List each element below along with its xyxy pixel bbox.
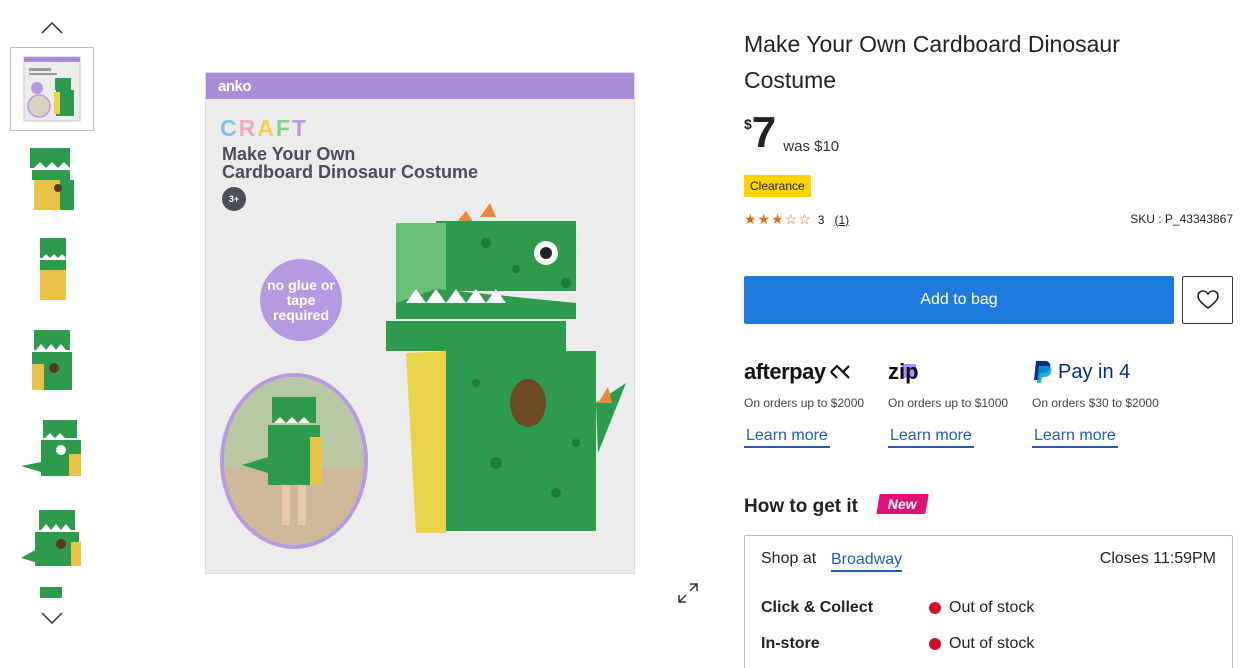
was-price: was $10 — [783, 138, 840, 155]
fulfilment-box: Shop at Broadway Closes 11:59PM Click & … — [744, 535, 1233, 668]
gallery-down-chevron-icon[interactable] — [40, 610, 64, 626]
click-collect-status: Out of stock — [929, 599, 1034, 617]
thumbnail-front[interactable] — [10, 137, 94, 221]
zip-learn-more-link[interactable]: Learn more — [888, 426, 974, 448]
price-row: $ 7 was $10 — [744, 110, 839, 156]
product-title: Make Your Own Cardboard Dinosaur Costume — [744, 31, 1120, 93]
new-badge: New — [876, 494, 929, 514]
in-store-status: Out of stock — [929, 635, 1034, 653]
click-collect-label: Click & Collect — [761, 599, 874, 616]
zip-logo: zip — [888, 359, 919, 384]
thumbnail-list — [10, 47, 94, 587]
paypal-desc: On orders $30 to $2000 — [1032, 396, 1159, 410]
payment-paypal: Pay in 4 On orders $30 to $2000 Learn mo… — [1032, 358, 1172, 448]
no-glue-badge: no glue or tape required — [260, 259, 342, 341]
star-rating-icon: ★★★☆☆ — [744, 211, 812, 227]
out-of-stock-dot-icon — [929, 638, 941, 650]
clearance-badge: Clearance — [744, 175, 811, 197]
payment-afterpay: afterpay On orders up to $2000 Learn mor… — [744, 358, 884, 448]
out-of-stock-dot-icon — [929, 602, 941, 614]
store-link[interactable]: Broadway — [831, 550, 903, 572]
box-top-band: anko — [206, 73, 634, 99]
child-photo — [220, 373, 368, 549]
product-box-art: anko CRAFT Make Your Own Cardboard Dinos… — [205, 72, 635, 574]
currency-symbol: $ — [744, 116, 752, 132]
rating: ★★★☆☆ 3 (1) — [744, 211, 849, 228]
thumbnail-angle[interactable] — [10, 317, 94, 401]
heart-icon — [1196, 290, 1219, 309]
thumbnail-partial — [36, 586, 66, 598]
craft-logo: CRAFT — [220, 115, 308, 141]
wishlist-button[interactable] — [1182, 276, 1233, 324]
payment-zip: zip On orders up to $1000 Learn more — [888, 358, 1028, 448]
box-title: Make Your Own Cardboard Dinosaur Costume — [222, 144, 479, 182]
expand-icon[interactable] — [677, 582, 699, 604]
price: 7 — [751, 108, 777, 157]
thumbnail-box[interactable] — [10, 47, 94, 131]
in-store-label: In-store — [761, 635, 820, 652]
gallery-up-chevron-icon[interactable] — [40, 20, 64, 36]
review-count-link[interactable]: (1) — [834, 213, 849, 227]
paypal-logo: Pay in 4 — [1032, 358, 1172, 386]
how-to-get-it-heading: How to get it — [744, 496, 858, 517]
sku: SKU : P_43343867 — [1130, 212, 1233, 226]
afterpay-desc: On orders up to $2000 — [744, 396, 865, 410]
main-product-image[interactable]: anko CRAFT Make Your Own Cardboard Dinos… — [205, 72, 635, 574]
afterpay-logo: afterpay — [744, 358, 884, 386]
zip-desc: On orders up to $1000 — [888, 396, 1009, 410]
brand-logo: anko — [218, 78, 252, 95]
add-to-bag-button[interactable]: Add to bag — [744, 276, 1174, 324]
age-badge: 3+ — [222, 187, 246, 211]
paypal-learn-more-link[interactable]: Learn more — [1032, 426, 1118, 448]
shop-at-label: Shop at — [761, 550, 817, 567]
afterpay-learn-more-link[interactable]: Learn more — [744, 426, 830, 448]
afterpay-arrows-icon — [829, 364, 850, 379]
rating-value: 3 — [817, 212, 825, 227]
thumbnail-side[interactable] — [10, 227, 94, 311]
dinosaur-costume-art — [376, 203, 636, 558]
thumbnail-angle-2[interactable] — [10, 497, 94, 581]
closing-time: Closes 11:59PM — [1099, 550, 1216, 567]
thumbnail-side-left[interactable] — [10, 407, 94, 491]
paypal-icon — [1034, 361, 1052, 383]
